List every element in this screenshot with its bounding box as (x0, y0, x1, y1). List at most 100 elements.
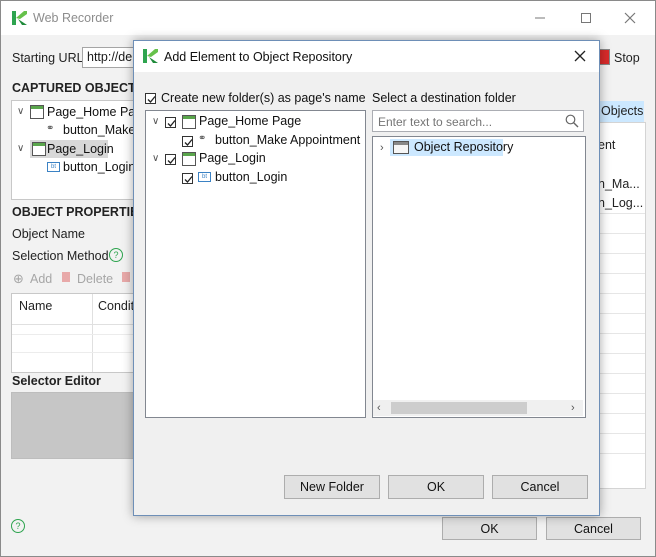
tree-item-label: Object Repository (414, 140, 514, 154)
page-icon (32, 142, 46, 156)
tab-objects[interactable]: Objects (597, 101, 644, 122)
close-icon (574, 50, 586, 62)
add-element-dialog: Add Element to Object Repository Create … (133, 40, 600, 516)
row-divider (598, 253, 645, 254)
scroll-left-icon[interactable]: ‹ (377, 402, 381, 414)
dialog-titlebar: Add Element to Object Repository (134, 41, 599, 72)
scroll-right-icon[interactable]: › (571, 402, 575, 414)
search-field[interactable] (372, 110, 584, 132)
plus-icon: ⊕ (13, 271, 24, 286)
new-folder-button[interactable]: New Folder (284, 475, 380, 499)
button-element-icon: bt (47, 162, 60, 172)
search-icon[interactable] (565, 114, 579, 128)
page-icon (182, 115, 196, 129)
row-divider (598, 393, 645, 394)
column-header-condition[interactable]: Conditi (98, 299, 137, 313)
element-checkbox[interactable] (165, 154, 176, 165)
chevron-right-icon[interactable]: › (380, 142, 384, 154)
tree-item-page-login[interactable]: Page_Login (47, 142, 114, 156)
clear-icon (122, 272, 130, 282)
chevron-down-icon[interactable]: ∨ (17, 106, 24, 117)
maximize-icon (581, 13, 591, 23)
tree-item-button-make-appointment[interactable]: button_Make Appointment (215, 133, 360, 147)
row-divider (598, 453, 645, 454)
create-folder-label: Create new folder(s) as page's name (161, 91, 366, 105)
scrollbar-thumb[interactable] (391, 402, 527, 414)
add-button[interactable]: Add (30, 272, 52, 286)
captured-objects-tree: ∨ Page_Home Page ⚭ button_Make ∨ Page_Lo… (11, 100, 149, 200)
close-button[interactable] (607, 1, 653, 35)
column-header-name[interactable]: Name (19, 299, 52, 313)
starting-url-label: Starting URL (12, 51, 84, 65)
destination-folder-label: Select a destination folder (372, 91, 516, 105)
chevron-down-icon[interactable]: ∨ (152, 116, 159, 127)
trash-icon (62, 272, 70, 282)
table-row (12, 334, 136, 335)
row-divider (598, 433, 645, 434)
button-element-icon: bt (198, 172, 211, 182)
element-checkbox[interactable] (165, 117, 176, 128)
stop-button[interactable]: Stop (614, 51, 640, 65)
tree-item-button-make[interactable]: button_Make (63, 123, 135, 137)
katalon-logo-icon (11, 10, 27, 26)
minimize-icon (535, 17, 545, 19)
web-recorder-titlebar: Web Recorder (1, 1, 655, 35)
properties-table: Name Conditi (11, 293, 137, 373)
object-properties-label: OBJECT PROPERTIES (12, 205, 147, 219)
table-row (12, 352, 136, 353)
katalon-logo-icon (142, 48, 158, 64)
tree-item-object-repository[interactable]: Object Repository (390, 139, 513, 156)
object-name-label: Object Name (12, 227, 85, 241)
dialog-close-button[interactable] (574, 50, 586, 62)
page-icon (182, 152, 196, 166)
selector-editor-label: Selector Editor (12, 374, 101, 388)
chevron-down-icon[interactable]: ∨ (17, 143, 24, 154)
destination-tree: › Object Repository ‹ › (372, 136, 586, 418)
element-checkbox[interactable] (182, 173, 193, 184)
tree-item-page-login[interactable]: Page_Login (199, 151, 266, 165)
minimize-button[interactable] (517, 1, 563, 35)
page-icon (30, 105, 44, 119)
maximize-button[interactable] (563, 1, 609, 35)
link-icon: ⚭ (46, 123, 55, 134)
row-divider (598, 233, 645, 234)
horizontal-scrollbar[interactable]: ‹ › (373, 400, 583, 416)
dialog-ok-button[interactable]: OK (388, 475, 484, 499)
row-divider (598, 353, 645, 354)
dialog-cancel-button[interactable]: Cancel (492, 475, 588, 499)
chevron-down-icon[interactable]: ∨ (152, 153, 159, 164)
column-divider (92, 294, 93, 372)
selection-method-label: Selection Method (12, 249, 109, 263)
repository-icon (393, 141, 409, 154)
link-icon: ⚭ (198, 133, 207, 144)
row-divider (598, 413, 645, 414)
tree-item-button-login[interactable]: button_Login (63, 160, 135, 174)
row-divider (598, 313, 645, 314)
create-folder-checkbox[interactable] (145, 93, 156, 104)
cancel-button[interactable]: Cancel (546, 517, 641, 540)
element-checkbox[interactable] (182, 136, 193, 147)
delete-button[interactable]: Delete (77, 272, 113, 286)
tree-item-page-home[interactable]: Page_Home Page (199, 114, 301, 128)
window-title: Web Recorder (33, 11, 114, 25)
table-cell[interactable]: n_Ma... (598, 177, 640, 191)
column-header-element: ent (598, 138, 616, 152)
elements-tree: ∨ Page_Home Page ⚭ button_Make Appointme… (145, 110, 366, 418)
row-divider (598, 373, 645, 374)
row-divider (598, 333, 645, 334)
row-divider (598, 213, 645, 214)
ok-button[interactable]: OK (442, 517, 537, 540)
dialog-title: Add Element to Object Repository (164, 50, 353, 64)
row-divider (598, 273, 645, 274)
close-icon (624, 12, 636, 24)
objects-table: ent n_Ma... n_Log... (597, 122, 646, 489)
selector-editor[interactable] (11, 392, 137, 459)
search-input[interactable] (376, 113, 560, 131)
captured-objects-label: CAPTURED OBJECTS (12, 81, 144, 95)
tree-item-button-login[interactable]: button_Login (215, 170, 287, 184)
table-cell[interactable]: n_Log... (598, 196, 643, 210)
help-icon[interactable]: ? (109, 248, 123, 262)
row-divider (598, 293, 645, 294)
help-icon[interactable]: ? (11, 519, 25, 533)
tab-objects-label: Objects (601, 104, 644, 118)
